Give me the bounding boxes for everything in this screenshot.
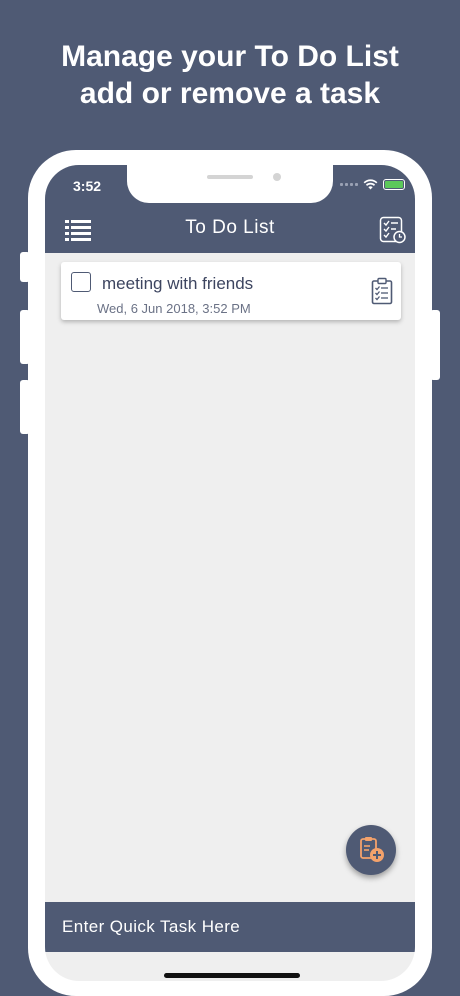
wifi-icon: [363, 179, 378, 190]
app-screen: 3:52 To Do List meeting with friends Wed…: [45, 165, 415, 981]
task-card[interactable]: meeting with friends Wed, 6 Jun 2018, 3:…: [61, 262, 401, 320]
task-checkbox[interactable]: [71, 272, 91, 292]
add-task-button[interactable]: [346, 825, 396, 875]
page-title: To Do List: [185, 217, 275, 238]
checklist-history-icon[interactable]: [379, 216, 407, 244]
notch: [127, 165, 333, 203]
front-camera: [273, 173, 281, 181]
status-time: 3:52: [73, 178, 102, 194]
speaker-grille: [207, 175, 253, 179]
quick-task-bar: [45, 902, 415, 952]
add-task-icon: [360, 837, 384, 862]
headline-line-2: add or remove a task: [79, 77, 381, 110]
status-icons: [340, 179, 405, 190]
clipboard-checklist-icon[interactable]: [371, 277, 393, 305]
headline-line-1: Manage your To Do List: [61, 40, 399, 73]
battery-charging-icon: [383, 179, 405, 190]
home-indicator[interactable]: [164, 973, 300, 978]
task-date: Wed, 6 Jun 2018, 3:52 PM: [97, 301, 251, 316]
quick-task-input[interactable]: [45, 902, 415, 952]
app-header: 3:52 To Do List: [45, 165, 415, 253]
signal-icon: [340, 183, 358, 186]
task-title: meeting with friends: [102, 274, 254, 293]
promo-headline: Manage your To Do List add or remove a t…: [0, 38, 460, 112]
